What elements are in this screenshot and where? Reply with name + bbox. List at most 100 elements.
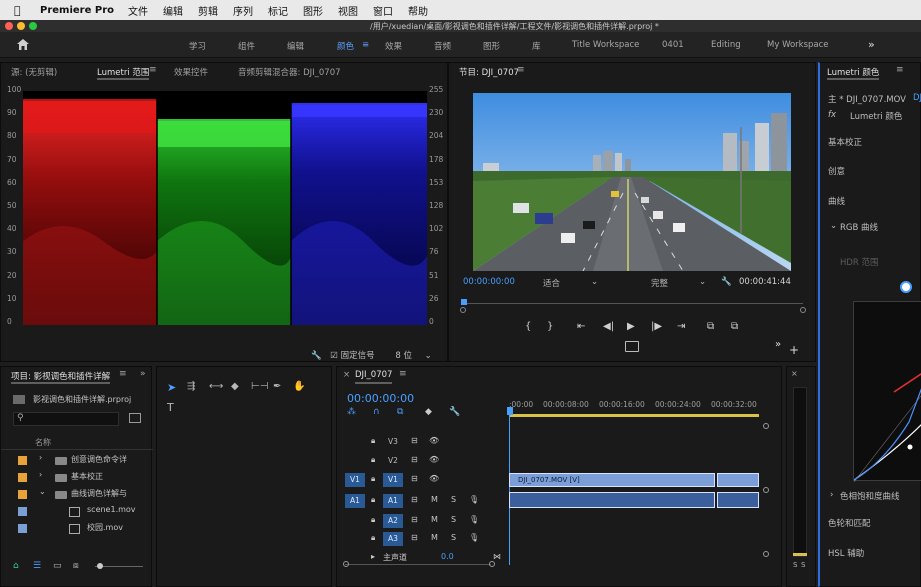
go-to-in-button[interactable]: ⇤: [577, 321, 585, 332]
source-patch-v1[interactable]: V1: [345, 473, 365, 487]
scroll-handle[interactable]: [800, 307, 806, 313]
program-timecode[interactable]: 00:00:00:00: [463, 277, 515, 287]
track-select-tool-icon[interactable]: ⇶: [187, 381, 195, 392]
lock-icon[interactable]: 🔒︎: [371, 455, 375, 465]
video-clip[interactable]: [717, 473, 759, 487]
menu-window[interactable]: 窗口: [373, 3, 393, 18]
hand-tool-icon[interactable]: ✋: [293, 381, 305, 392]
chevron-down-icon[interactable]: ⌄: [591, 277, 598, 287]
tab-effect-controls[interactable]: 效果控件: [174, 66, 208, 78]
add-button-icon[interactable]: +: [789, 343, 799, 357]
play-button[interactable]: ▶: [627, 321, 635, 332]
track-label-v3[interactable]: V3: [383, 435, 403, 449]
workspace-editing-cn[interactable]: 编辑: [287, 40, 304, 52]
scroll-handle[interactable]: [460, 307, 466, 313]
sync-lock-icon[interactable]: ⊟: [411, 495, 418, 504]
bit-depth-select[interactable]: 8 位: [395, 351, 412, 361]
close-icon[interactable]: ×: [791, 369, 798, 378]
panel-menu-icon[interactable]: ≡: [399, 369, 407, 379]
wrench-icon[interactable]: 🔧: [311, 351, 322, 361]
tab-audio-clip-mixer[interactable]: 音频剪辑混合器: DJI_0707: [238, 66, 341, 78]
workspace-effects[interactable]: 效果: [385, 40, 402, 52]
playhead-marker[interactable]: [507, 407, 513, 415]
workspace-overflow-button[interactable]: »: [868, 38, 875, 51]
track-label-a1[interactable]: A1: [383, 494, 403, 508]
timeline-ruler[interactable]: :00:00 00:00:08:00 00:00:16:00 00:00:24:…: [509, 396, 759, 418]
video-clip[interactable]: DJI_0707.MOV [V]: [509, 473, 715, 487]
menu-help[interactable]: 帮助: [408, 3, 428, 18]
menu-graphics[interactable]: 图形: [303, 3, 323, 18]
menu-view[interactable]: 视图: [338, 3, 358, 18]
section-hue-sat-curves[interactable]: 色相饱和度曲线: [840, 490, 900, 502]
tab-sequence[interactable]: DJI_0707: [355, 370, 393, 384]
chevron-down-icon[interactable]: ⌄: [830, 221, 837, 231]
workspace-color-menu-icon[interactable]: ≡: [362, 40, 369, 50]
home-icon[interactable]: [16, 38, 30, 51]
panel-menu-icon[interactable]: ≡: [517, 65, 525, 75]
sync-lock-icon[interactable]: ⊟: [411, 455, 418, 464]
pen-tool-icon[interactable]: ✒: [273, 381, 281, 392]
marker-icon[interactable]: ◆: [425, 407, 432, 417]
mute-button[interactable]: M: [431, 533, 438, 542]
workspace-learn[interactable]: 学习: [189, 40, 206, 52]
eye-icon[interactable]: 👁︎: [429, 436, 439, 445]
workspace-editing[interactable]: Editing: [711, 40, 741, 50]
overflow-icon[interactable]: »: [140, 369, 146, 379]
icon-view-icon[interactable]: ▭: [53, 561, 62, 571]
chevron-down-icon[interactable]: ⌄: [699, 277, 706, 287]
ripple-edit-tool-icon[interactable]: ⟷: [209, 381, 223, 392]
audio-clip[interactable]: [509, 492, 715, 508]
solo-button[interactable]: S: [451, 495, 456, 504]
chevron-right-icon[interactable]: ›: [830, 490, 833, 500]
wrench-icon[interactable]: 🔧: [721, 277, 732, 287]
tab-lumetri-scopes[interactable]: Lumetri 范围: [97, 66, 150, 80]
chevron-down-icon[interactable]: ⌄: [425, 351, 432, 361]
scroll-handle[interactable]: [343, 561, 349, 567]
workspace-my[interactable]: My Workspace: [767, 40, 829, 50]
razor-tool-icon[interactable]: ◆: [231, 381, 239, 392]
linked-selection-icon[interactable]: ⧉: [397, 407, 403, 417]
workspace-title[interactable]: Title Workspace: [572, 40, 639, 50]
section-basic-correction[interactable]: 基本校正: [828, 136, 862, 148]
track-label-a2[interactable]: A2: [383, 514, 403, 528]
menu-sequence[interactable]: 序列: [233, 3, 253, 18]
zoom-slider-handle[interactable]: [97, 563, 103, 569]
sync-lock-icon[interactable]: ⊟: [411, 515, 418, 524]
scroll-handle[interactable]: [763, 423, 769, 429]
tab-lumetri-color[interactable]: Lumetri 颜色: [827, 66, 880, 80]
scroll-handle[interactable]: [763, 487, 769, 493]
chevron-right-icon[interactable]: ›: [39, 470, 42, 479]
step-back-button[interactable]: ◀|: [603, 321, 614, 332]
mute-button[interactable]: M: [431, 495, 438, 504]
lock-icon[interactable]: ⌂: [13, 561, 19, 571]
chevron-right-icon[interactable]: ›: [39, 453, 42, 462]
microphone-icon[interactable]: 🎙︎: [469, 533, 479, 542]
name-column-header[interactable]: 名称: [35, 437, 51, 448]
project-item[interactable]: ⌄ 曲线调色详解与: [15, 487, 145, 503]
scroll-handle[interactable]: [489, 561, 495, 567]
sync-lock-icon[interactable]: ⊟: [411, 436, 418, 445]
extract-button[interactable]: ⧉: [731, 321, 738, 332]
app-name-menu[interactable]: Premiere Pro: [40, 5, 114, 16]
section-color-wheels[interactable]: 色轮和匹配: [828, 517, 871, 529]
audio-clip[interactable]: [717, 492, 759, 508]
solo-left-label[interactable]: S: [793, 561, 797, 569]
menu-clip[interactable]: 剪辑: [198, 3, 218, 18]
lock-icon[interactable]: 🔒︎: [371, 515, 375, 525]
program-time-ruler[interactable]: [460, 297, 806, 313]
apple-icon[interactable]: : [14, 4, 28, 17]
track-label-v1[interactable]: V1: [383, 473, 403, 487]
menu-file[interactable]: 文件: [128, 3, 148, 18]
workspace-assembly[interactable]: 组件: [238, 40, 255, 52]
work-area-bar[interactable]: [509, 414, 759, 417]
panel-menu-icon[interactable]: ≡: [149, 65, 157, 75]
selection-tool-icon[interactable]: ➤: [167, 381, 176, 394]
nest-toggle-icon[interactable]: ⁂: [347, 407, 356, 417]
clamp-checkbox[interactable]: ☑: [330, 351, 338, 361]
eye-icon[interactable]: 👁︎: [429, 455, 439, 464]
rgb-curve-editor[interactable]: [853, 301, 921, 483]
menu-edit[interactable]: 编辑: [163, 3, 183, 18]
lock-icon[interactable]: 🔒︎: [371, 474, 375, 484]
freeform-view-icon[interactable]: ⧈: [73, 561, 79, 571]
effect-name[interactable]: Lumetri 颜色: [850, 110, 902, 122]
